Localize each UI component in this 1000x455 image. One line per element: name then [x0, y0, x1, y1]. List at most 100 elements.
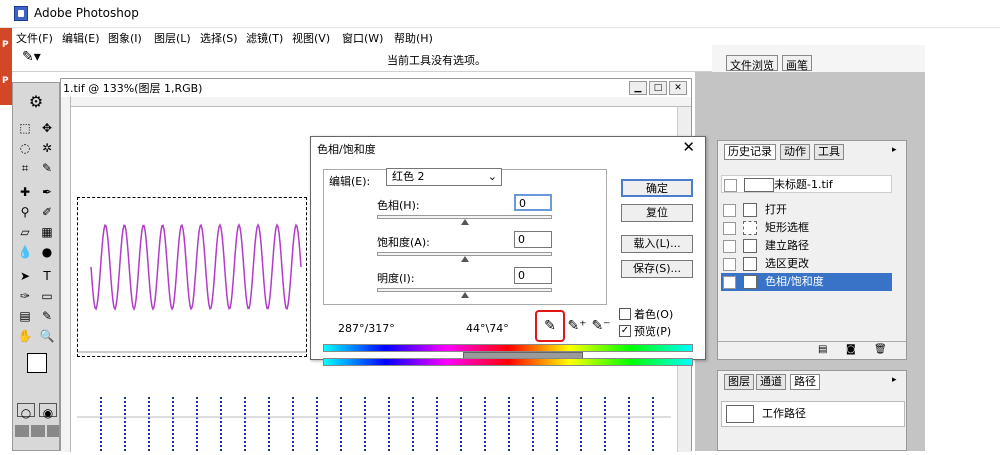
history-item[interactable]: 矩形选框	[721, 219, 892, 237]
saturation-slider-thumb[interactable]	[461, 256, 469, 262]
colorize-checkbox[interactable]	[619, 308, 631, 320]
move-tool-icon[interactable]: ✥	[37, 119, 57, 137]
menu-window[interactable]: 窗口(W)	[342, 30, 383, 46]
history-footer: ▤ ◙ 🗑	[718, 341, 906, 359]
chevron-down-icon: ⌄	[487, 170, 497, 183]
brush-tool-icon[interactable]: ✒	[37, 183, 57, 201]
trash-icon[interactable]: 🗑	[874, 344, 887, 355]
hue-slider-thumb[interactable]	[461, 219, 469, 225]
menu-view[interactable]: 视图(V)	[292, 30, 330, 46]
load-button[interactable]: 载入(L)...	[621, 235, 693, 253]
ok-button[interactable]: 确定	[621, 179, 693, 197]
magic-wand-icon[interactable]: ✲	[37, 139, 57, 157]
screen-mode-full-menu-icon[interactable]	[31, 425, 45, 437]
history-item[interactable]: 选区更改	[721, 255, 892, 273]
menu-edit[interactable]: 编辑(E)	[62, 30, 100, 46]
pen-tool-icon[interactable]: ✑	[15, 287, 35, 305]
tab-layers[interactable]: 图层	[724, 374, 754, 390]
taskbar-item[interactable]: P	[2, 40, 9, 50]
eyedropper-plus-icon[interactable]: ✎⁺	[567, 316, 587, 336]
type-tool-icon[interactable]: T	[37, 267, 57, 285]
tab-file-browser[interactable]: 文件浏览	[726, 55, 778, 72]
history-brush-source-icon	[723, 258, 736, 271]
panel-menu-icon[interactable]: ▸	[892, 375, 897, 385]
lightness-input[interactable]: 0	[514, 267, 552, 284]
eyedropper-minus-icon[interactable]: ✎⁻	[591, 316, 611, 336]
menu-layer[interactable]: 图层(L)	[154, 30, 191, 46]
quickmask-mode-icon[interactable]: ◉	[39, 403, 57, 420]
path-select-icon[interactable]: ➤	[15, 267, 35, 285]
history-item-label: 打开	[765, 203, 787, 216]
minimize-icon[interactable]: ▁	[629, 81, 647, 95]
history-brush-icon[interactable]: ✐	[37, 203, 57, 221]
marquee-selection	[77, 197, 307, 357]
stamp-tool-icon[interactable]: ⚲	[15, 203, 35, 221]
standard-mode-icon[interactable]: ○	[17, 403, 35, 420]
tab-channels[interactable]: 通道	[756, 374, 786, 390]
history-item[interactable]: 打开	[721, 201, 892, 219]
taskbar-item[interactable]: P	[2, 76, 9, 86]
document-window-controls: ▁ □ ✕	[627, 80, 687, 95]
healing-brush-icon[interactable]: ✚	[15, 183, 35, 201]
options-bar: ✎▾ 当前工具没有选项。	[12, 46, 712, 72]
eyedropper-preset-icon[interactable]: ✎▾	[22, 49, 52, 69]
crop-tool-icon[interactable]: ⌗	[15, 159, 35, 177]
close-icon[interactable]: ✕	[682, 138, 695, 156]
menu-select[interactable]: 选择(S)	[200, 30, 238, 46]
toolbox: ⚙ ⬚ ✥ ◌ ✲ ⌗ ✎ ✚ ✒ ⚲ ✐ ▱ ▦ 💧 ● ➤ T ✑ ▭ ▤ …	[12, 82, 60, 451]
marquee-icon	[743, 221, 757, 235]
tab-actions[interactable]: 动作	[780, 144, 810, 160]
shape-tool-icon[interactable]: ▭	[37, 287, 57, 305]
menu-file[interactable]: 文件(F)	[16, 30, 53, 46]
close-icon[interactable]: ✕	[669, 81, 687, 95]
notes-tool-icon[interactable]: ▤	[15, 307, 35, 325]
foreground-color-swatch[interactable]	[27, 353, 47, 373]
reset-button[interactable]: 复位	[621, 204, 693, 222]
path-thumbnail	[726, 405, 754, 423]
panel-menu-icon[interactable]: ▸	[892, 145, 897, 155]
screen-mode-full-icon[interactable]	[47, 425, 59, 437]
zoom-tool-icon[interactable]: 🔍	[37, 327, 57, 345]
marquee-tool-icon[interactable]: ⬚	[15, 119, 35, 137]
menu-image[interactable]: 图象(I)	[108, 30, 142, 46]
input-color-bar	[323, 344, 693, 352]
hue-input[interactable]: 0	[514, 194, 552, 211]
slice-tool-icon[interactable]: ✎	[37, 159, 57, 177]
menu-filter[interactable]: 滤镜(T)	[246, 30, 283, 46]
dialog-title: 色相/饱和度	[317, 143, 376, 156]
tab-paths[interactable]: 路径	[790, 374, 820, 390]
history-item[interactable]: 建立路径	[721, 237, 892, 255]
lightness-slider-thumb[interactable]	[461, 292, 469, 298]
saturation-input[interactable]: 0	[514, 231, 552, 248]
maximize-icon[interactable]: □	[649, 81, 667, 95]
tab-brushes[interactable]: 画笔	[782, 55, 812, 72]
document-icon	[743, 257, 757, 271]
range-left-readout: 287°/317°	[338, 322, 395, 335]
new-document-icon[interactable]: ▤	[818, 344, 827, 355]
eyedropper-tool-icon[interactable]: ✎	[37, 307, 57, 325]
path-item[interactable]: 工作路径	[721, 401, 905, 427]
tab-history[interactable]: 历史记录	[724, 144, 776, 160]
edit-dropdown[interactable]: 红色 2 ⌄	[386, 168, 502, 186]
menu-help[interactable]: 帮助(H)	[394, 30, 433, 46]
hand-tool-icon[interactable]: ✋	[15, 327, 35, 345]
blur-tool-icon[interactable]: 💧	[15, 243, 35, 261]
path-item-label: 工作路径	[762, 407, 806, 420]
saturation-label: 饱和度(A):	[377, 236, 430, 249]
history-snapshot[interactable]: 未标题-1.tif	[721, 175, 892, 193]
eraser-tool-icon[interactable]: ▱	[15, 223, 35, 241]
preview-checkbox[interactable]: ✓	[619, 325, 631, 337]
gradient-tool-icon[interactable]: ▦	[37, 223, 57, 241]
new-snapshot-icon[interactable]: ◙	[846, 344, 856, 355]
document-icon	[743, 203, 757, 217]
history-item-label: 矩形选框	[765, 221, 809, 234]
save-button[interactable]: 保存(S)...	[621, 260, 693, 278]
options-message: 当前工具没有选项。	[387, 54, 486, 67]
tab-tools[interactable]: 工具	[814, 144, 844, 160]
lasso-tool-icon[interactable]: ◌	[15, 139, 35, 157]
dodge-tool-icon[interactable]: ●	[37, 243, 57, 261]
history-item-selected[interactable]: 色相/饱和度	[721, 273, 892, 291]
photoshop-logo-icon	[14, 6, 28, 21]
title-bar	[0, 0, 1000, 28]
screen-mode-standard-icon[interactable]	[15, 425, 29, 437]
